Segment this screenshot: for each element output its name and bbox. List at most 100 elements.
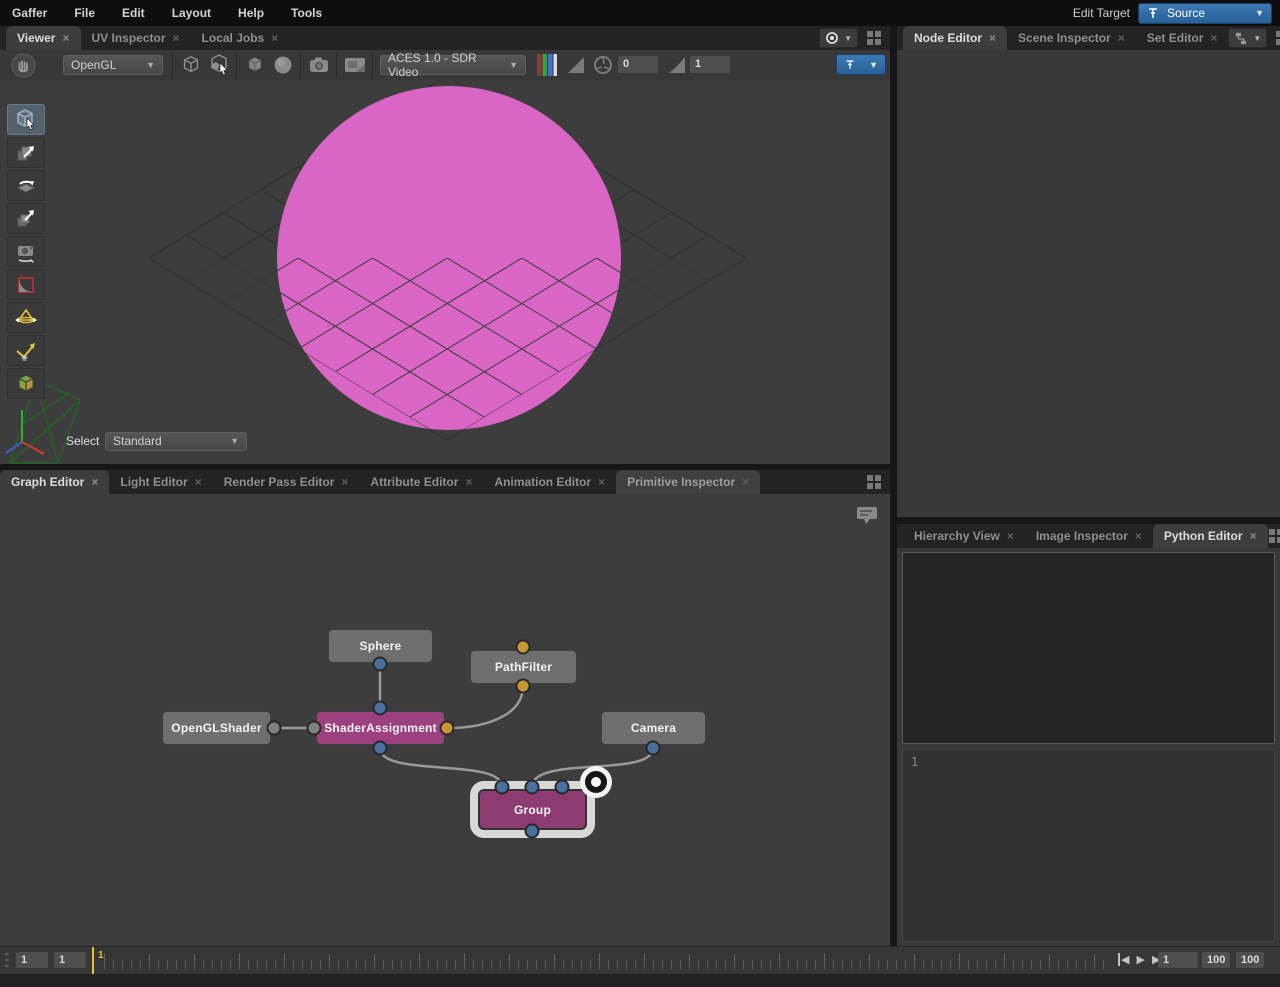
tab-attribute-editor[interactable]: Attribute Editor×	[359, 470, 483, 494]
exposure-field[interactable]: 0	[618, 56, 658, 73]
range-end-field[interactable]: 100	[1202, 952, 1230, 968]
menu-layout[interactable]: Layout	[172, 6, 211, 20]
close-icon[interactable]: ×	[173, 31, 180, 45]
crop-window-tool-button[interactable]	[7, 269, 45, 300]
connector-sphere-out[interactable]	[373, 657, 388, 672]
translate-tool-button[interactable]	[7, 137, 45, 168]
menu-edit[interactable]: Edit	[122, 6, 145, 20]
connector-pathfilter-in[interactable]	[516, 640, 531, 655]
viewer-settings-button[interactable]: ▼	[819, 28, 858, 48]
go-to-start-button[interactable]: ◀	[1118, 953, 1129, 966]
tab-node-editor[interactable]: Node Editor×	[903, 26, 1007, 50]
exposure-button[interactable]	[563, 53, 589, 77]
connector-pathfilter-out[interactable]	[516, 679, 531, 694]
menu-tools[interactable]: Tools	[291, 6, 322, 20]
node-editor-mode-button[interactable]: ▼	[1228, 28, 1267, 48]
select-mode-dropdown[interactable]: Standard▼	[105, 432, 247, 451]
range-marker-field[interactable]: 1	[54, 952, 86, 968]
sphere-object[interactable]	[277, 86, 621, 430]
gamma-field[interactable]: 1	[690, 56, 730, 73]
edit-target-dropdown[interactable]: Source ▼	[1138, 3, 1272, 24]
visualiser-tool-button[interactable]	[7, 368, 45, 399]
close-icon[interactable]: ×	[989, 31, 996, 45]
shading-mode-button[interactable]	[242, 53, 268, 77]
close-icon[interactable]: ×	[1250, 529, 1257, 543]
expansion-button[interactable]	[206, 53, 232, 77]
close-icon[interactable]: ×	[1135, 529, 1142, 543]
connector-camera-out[interactable]	[646, 741, 661, 756]
rotate-tool-button[interactable]	[7, 170, 45, 201]
menu-gaffer[interactable]: Gaffer	[12, 6, 47, 20]
close-icon[interactable]: ×	[195, 475, 202, 489]
tab-animation-editor[interactable]: Animation Editor×	[483, 470, 616, 494]
connection-pathfilter-to-shaderassignment[interactable]	[449, 686, 523, 728]
light-position-tool-button[interactable]	[7, 335, 45, 366]
camera-tool-button[interactable]	[7, 236, 45, 267]
current-frame-field[interactable]: 1	[1158, 952, 1198, 968]
tab-uv-inspector[interactable]: UV Inspector×	[81, 26, 191, 50]
connector-group-in2[interactable]	[555, 780, 570, 795]
channels-button[interactable]	[534, 53, 560, 77]
connector-shaderassignment-out[interactable]	[373, 741, 388, 756]
tab-hierarchy-view[interactable]: Hierarchy View×	[903, 524, 1025, 548]
range-start-field[interactable]: 1	[16, 952, 48, 968]
viewer-edit-scope-dropdown[interactable]: ▼	[836, 54, 886, 75]
node-openglshader[interactable]: OpenGLShader	[161, 710, 272, 746]
close-icon[interactable]: ×	[1210, 31, 1217, 45]
layout-grid-icon[interactable]	[866, 30, 882, 46]
selection-tool-button[interactable]	[7, 104, 45, 135]
connector-group-out[interactable]	[525, 824, 540, 839]
close-icon[interactable]: ×	[62, 31, 69, 45]
connector-shaderassignment-filter-in[interactable]	[440, 721, 455, 736]
connector-openglshader-out[interactable]	[267, 721, 282, 736]
playhead[interactable]	[92, 947, 94, 974]
display-transform-dropdown[interactable]: ACES 1.0 - SDR Video▼	[380, 55, 526, 75]
viewport-3d[interactable]: Select Standard▼	[0, 80, 890, 464]
tab-set-editor[interactable]: Set Editor×	[1136, 26, 1229, 50]
frame-ruler[interactable]	[104, 947, 1108, 974]
layout-grid-icon[interactable]	[1268, 528, 1280, 544]
tab-graph-editor[interactable]: Graph Editor×	[0, 470, 109, 494]
connector-group-in1[interactable]	[525, 780, 540, 795]
python-input-area[interactable]: 1	[902, 749, 1275, 942]
timeline-grip[interactable]	[5, 953, 9, 969]
close-icon[interactable]: ×	[598, 475, 605, 489]
light-tool-button[interactable]	[7, 302, 45, 333]
tab-primitive-inspector[interactable]: Primitive Inspector×	[616, 470, 760, 494]
scale-tool-button[interactable]	[7, 203, 45, 234]
menu-help[interactable]: Help	[238, 6, 264, 20]
play-button[interactable]: ▶	[1136, 953, 1144, 966]
annotation-bubble-icon[interactable]	[856, 506, 878, 526]
connector-shaderassignment-in[interactable]	[373, 701, 388, 716]
end-frame-field[interactable]: 100	[1236, 952, 1264, 968]
python-output-area[interactable]	[902, 552, 1275, 744]
close-icon[interactable]: ×	[271, 31, 278, 45]
panel-splitter[interactable]	[890, 26, 897, 946]
aperture-button[interactable]	[590, 53, 616, 77]
close-icon[interactable]: ×	[742, 475, 749, 489]
tab-light-editor[interactable]: Light Editor×	[109, 470, 212, 494]
connector-shaderassignment-shader-in[interactable]	[307, 721, 322, 736]
tab-render-pass-editor[interactable]: Render Pass Editor×	[213, 470, 360, 494]
gamma-button[interactable]	[664, 53, 690, 77]
lighting-mode-button[interactable]	[270, 53, 296, 77]
tab-viewer[interactable]: Viewer×	[6, 26, 81, 50]
tab-scene-inspector[interactable]: Scene Inspector×	[1007, 26, 1136, 50]
compare-image-button[interactable]	[342, 53, 368, 77]
focus-node-ring[interactable]	[585, 771, 607, 793]
close-icon[interactable]: ×	[341, 475, 348, 489]
tab-image-inspector[interactable]: Image Inspector×	[1025, 524, 1153, 548]
renderer-dropdown[interactable]: OpenGL▼	[63, 55, 163, 75]
connection-shaderassignment-to-group[interactable]	[380, 748, 502, 787]
close-icon[interactable]: ×	[1007, 529, 1014, 543]
node-graph-canvas[interactable]: SpherePathFilterOpenGLShaderShaderAssign…	[0, 494, 890, 946]
close-icon[interactable]: ×	[91, 475, 98, 489]
connector-group-in0[interactable]	[495, 780, 510, 795]
layout-grid-icon[interactable]	[866, 474, 882, 490]
close-icon[interactable]: ×	[465, 475, 472, 489]
close-icon[interactable]: ×	[1118, 31, 1125, 45]
tab-python-editor[interactable]: Python Editor×	[1153, 524, 1268, 548]
layout-grid-icon[interactable]	[1275, 30, 1280, 46]
tab-local-jobs[interactable]: Local Jobs×	[191, 26, 290, 50]
menu-file[interactable]: File	[74, 6, 95, 20]
